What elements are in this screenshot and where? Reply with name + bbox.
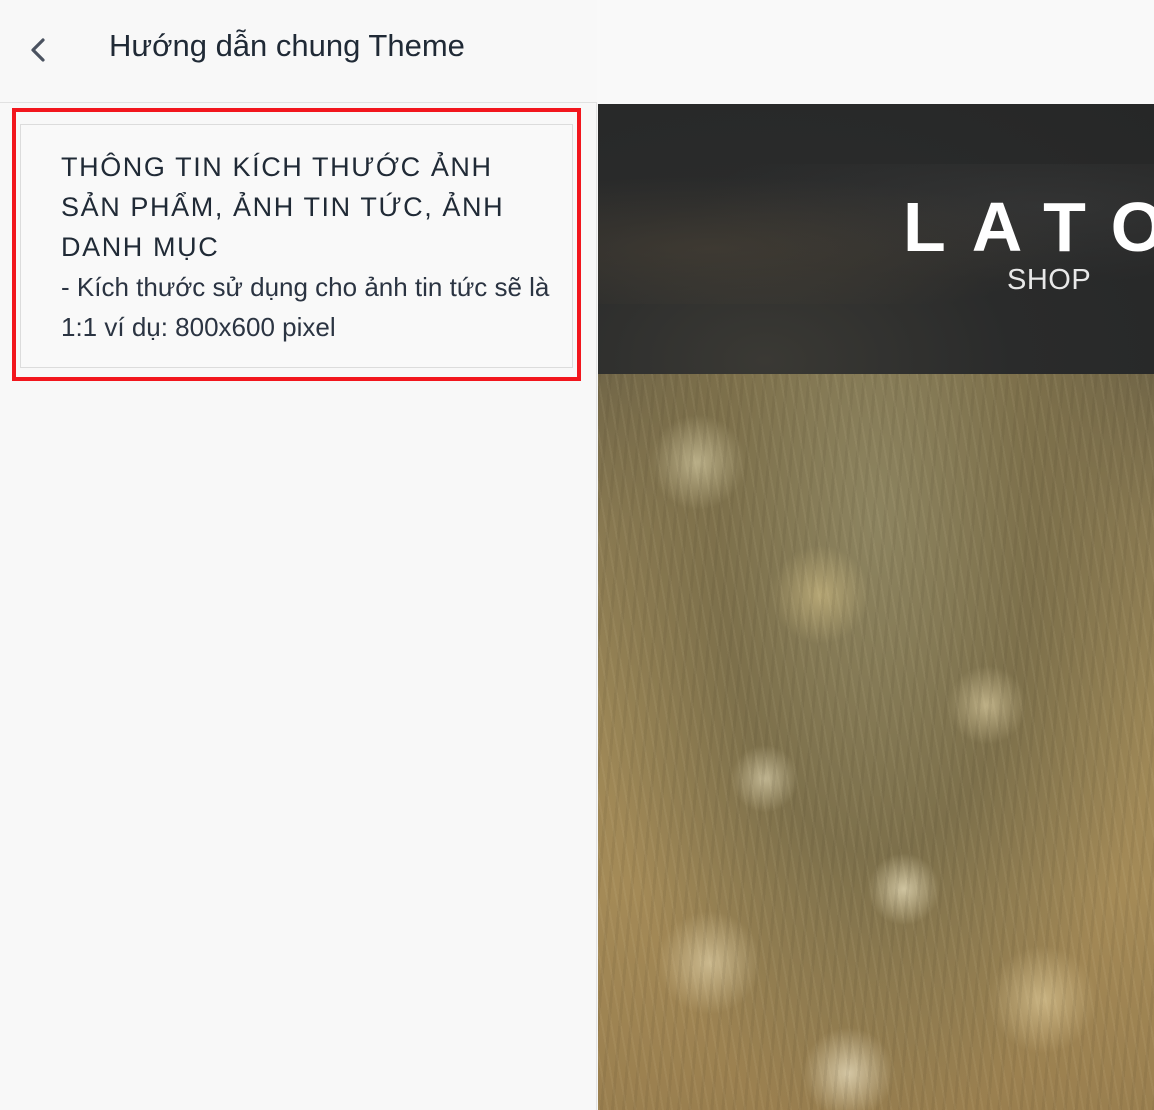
theme-guide-sidebar: Hướng dẫn chung Theme THÔNG TIN KÍCH THƯ…: [0, 0, 597, 1110]
store-preview: LATO SHOP: [598, 104, 1154, 1110]
highlight-box: [12, 108, 581, 381]
sidebar-header: Hướng dẫn chung Theme: [0, 0, 597, 103]
back-button[interactable]: [20, 30, 56, 70]
store-logo[interactable]: LATO: [903, 192, 1154, 262]
page-title: Hướng dẫn chung Theme: [109, 28, 465, 63]
store-header-banner: LATO SHOP: [598, 104, 1154, 374]
preview-top-bar: [597, 0, 1154, 104]
hero-image-texture: [598, 374, 1154, 1110]
chevron-left-icon: [31, 38, 45, 62]
store-logo-subtitle: SHOP: [1007, 264, 1092, 296]
hero-image: [598, 374, 1154, 1110]
